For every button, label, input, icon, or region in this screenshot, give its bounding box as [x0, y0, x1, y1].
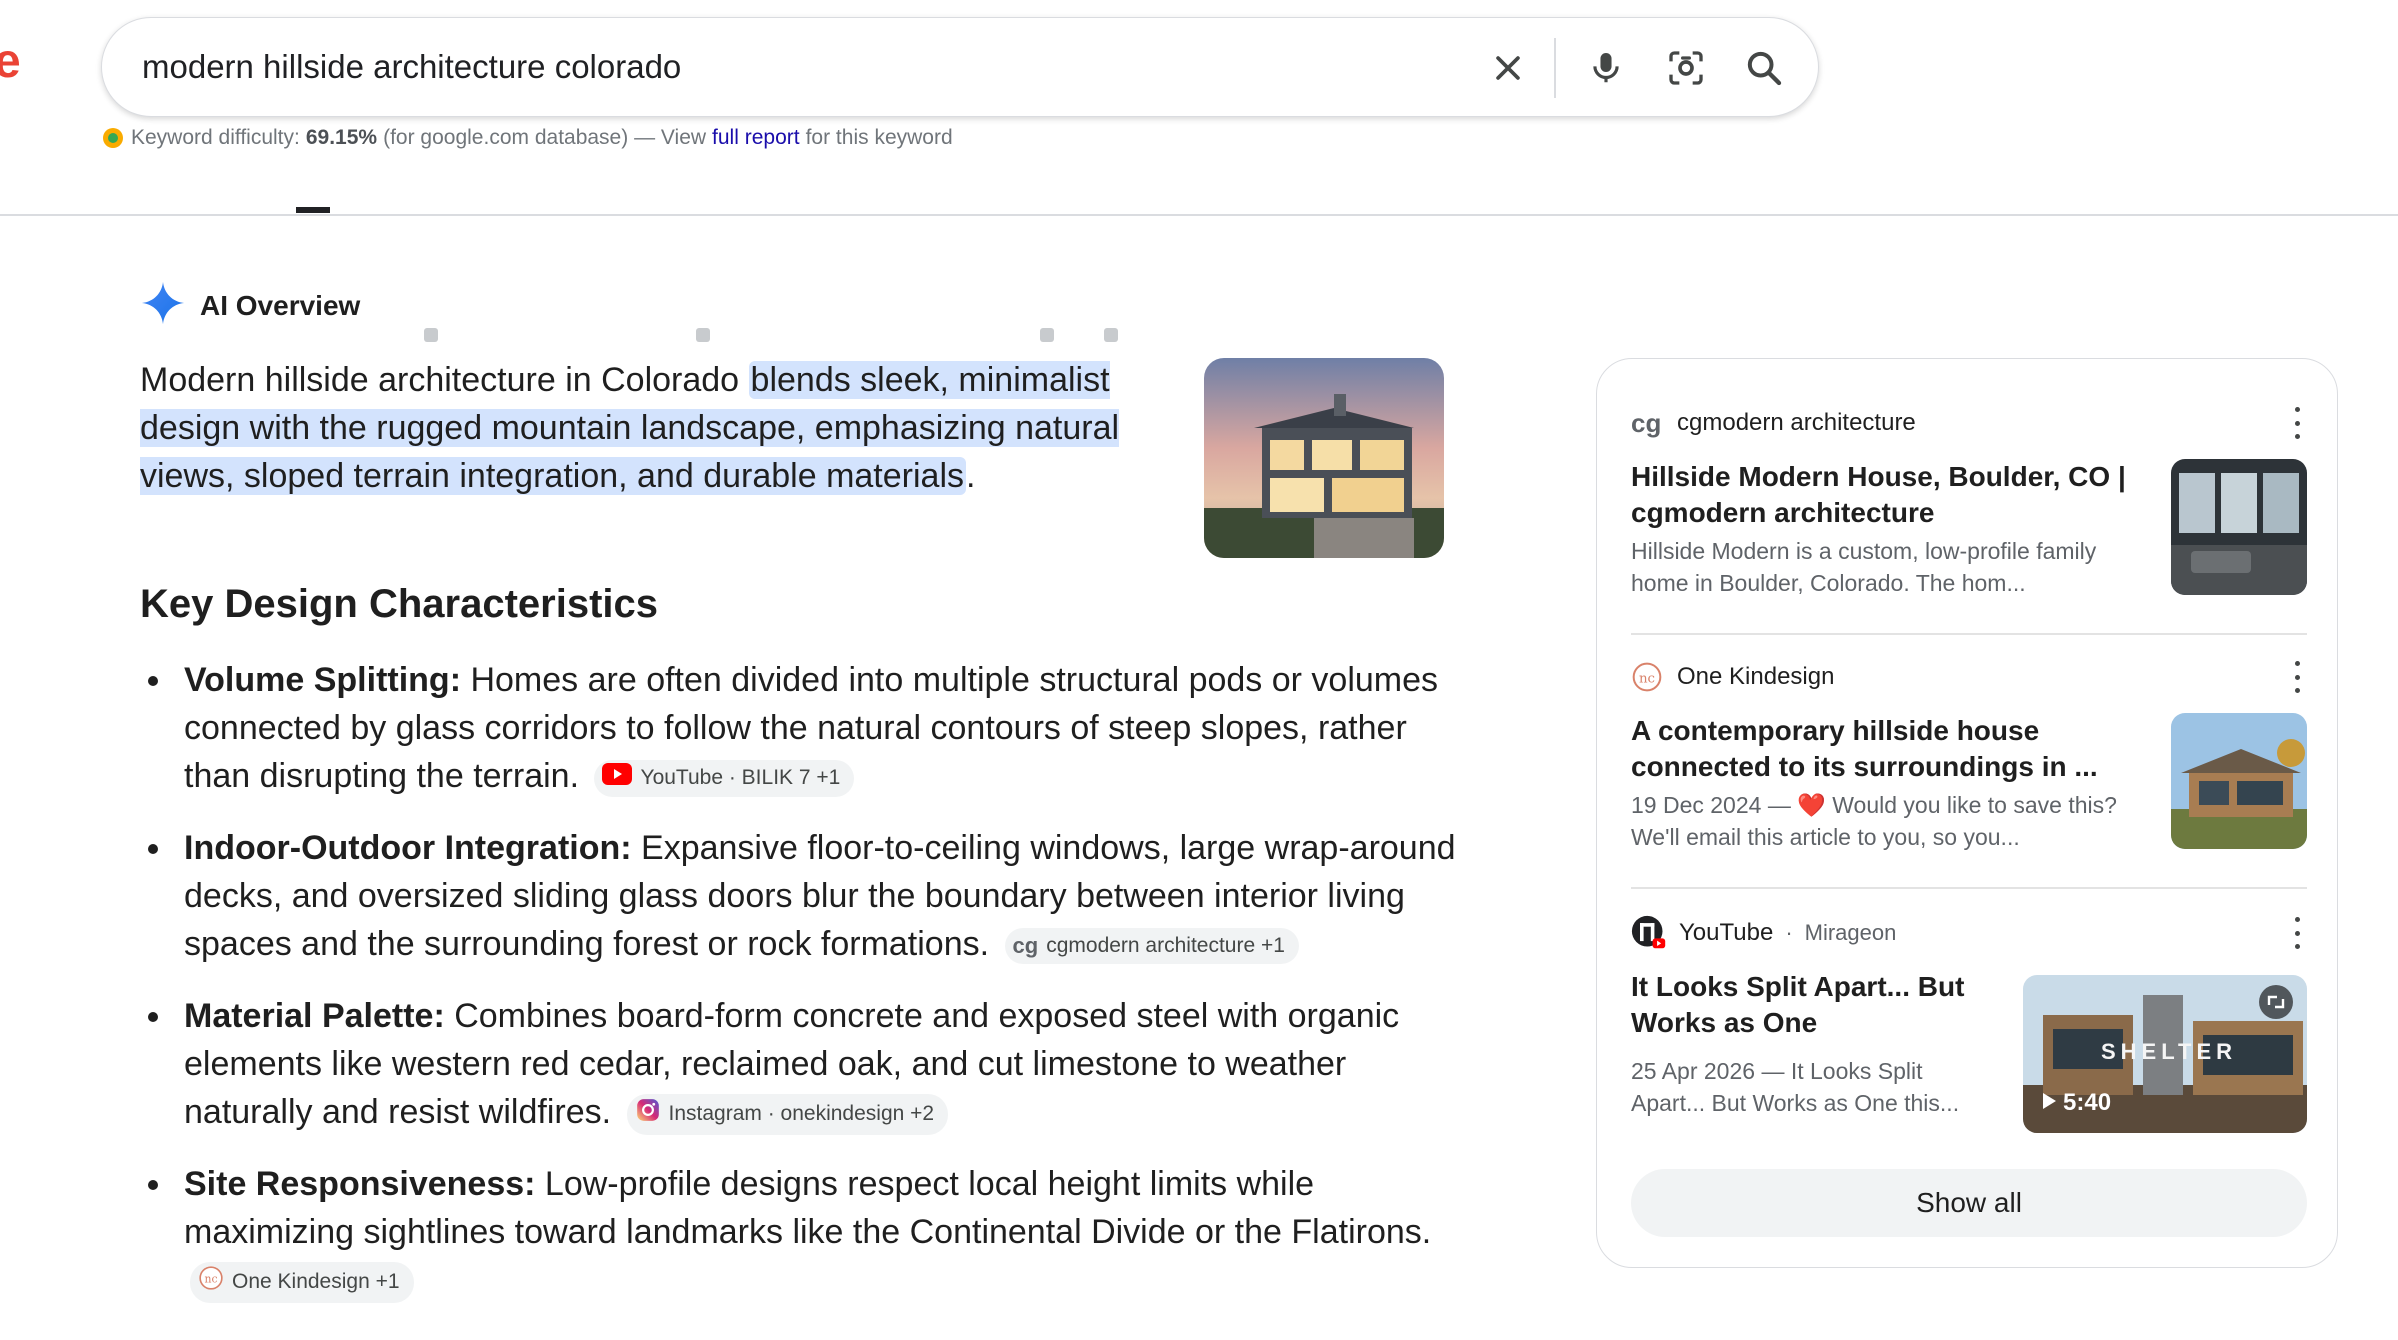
list-item: Site Responsiveness: Low-profile designs…: [140, 1160, 1460, 1304]
source-header: cg cgmodern architecture: [1631, 405, 2307, 441]
source-header: YouTube · Mirageon: [1631, 915, 2307, 951]
onekindesign-logo-icon: nc: [1631, 661, 1665, 693]
chip-label: YouTube · BILIK 7 +1: [640, 766, 841, 790]
citation-chip[interactable]: nc One Kindesign +1: [190, 1261, 414, 1303]
clear-icon[interactable]: [1482, 42, 1534, 94]
source-snippet: Hillside Modern is a custom, low-profile…: [1631, 538, 2097, 596]
lens-icon[interactable]: [1660, 42, 1712, 94]
tab-fragment[interactable]: [696, 328, 710, 342]
instagram-icon: [635, 1097, 661, 1132]
citation-chip[interactable]: cg cgmodern architecture +1: [1004, 928, 1299, 965]
youtube-icon: [602, 762, 633, 794]
summary-end: .: [966, 457, 976, 495]
source-site: YouTube: [1679, 919, 1774, 946]
tab-fragment[interactable]: [1104, 328, 1118, 342]
active-tab-indicator: [296, 207, 330, 213]
mirageon-channel-icon: [1631, 913, 1667, 953]
keyword-value: 69.15%: [305, 126, 378, 149]
bullet-term: Indoor-Outdoor Integration:: [184, 829, 632, 867]
list-item: Volume Splitting: Homes are often divide…: [140, 656, 1460, 800]
source-card-cgmodern[interactable]: cg cgmodern architecture Hillside Modern…: [1631, 405, 2307, 615]
ai-overview-header: AI Overview: [140, 280, 360, 331]
keyword-prefix: Keyword difficulty:: [131, 126, 300, 149]
tab-fragment[interactable]: [1040, 328, 1054, 342]
search-input[interactable]: [142, 42, 1442, 92]
video-duration-badge: 5:40: [2041, 1089, 2111, 1117]
full-report-link[interactable]: full report: [712, 126, 800, 150]
tabs-bar: [0, 160, 2398, 342]
microphone-icon[interactable]: [1580, 42, 1632, 94]
svg-text:nc: nc: [204, 1272, 217, 1285]
header-divider: [0, 214, 2398, 216]
video-thumbnail[interactable]: SHELTER 5:40: [2023, 975, 2307, 1133]
source-snippet: 25 Apr 2026 — It Looks Split Apart... Bu…: [1631, 1058, 1960, 1116]
tab-fragment[interactable]: [424, 328, 438, 342]
source-snippet: 19 Dec 2024 — ❤️ Would you like to save …: [1631, 792, 2117, 850]
keyword-suffix: for this keyword: [805, 126, 953, 149]
source-header: nc One Kindesign: [1631, 659, 2307, 695]
search-box: [101, 17, 1819, 117]
bullet-term: Volume Splitting:: [184, 661, 462, 699]
citation-chip[interactable]: Instagram · onekindesign +2: [626, 1093, 949, 1135]
gemini-sparkle-icon: [140, 280, 186, 331]
chip-label: Instagram · onekindesign +2: [668, 1102, 935, 1126]
source-site: One Kindesign: [1677, 663, 1835, 690]
search-icon[interactable]: [1738, 42, 1790, 94]
source-thumbnail[interactable]: [2171, 459, 2307, 595]
keyword-difficulty: Keyword difficulty: 69.15% (for google.c…: [101, 126, 953, 150]
source-thumbnail[interactable]: [2171, 713, 2307, 849]
source-divider: [1631, 633, 2307, 635]
search-divider: [1554, 38, 1556, 98]
show-all-button[interactable]: Show all: [1631, 1169, 2307, 1237]
source-title[interactable]: A contemporary hillside house connected …: [1631, 713, 2131, 785]
hero-house-image[interactable]: [1204, 358, 1444, 558]
characteristics-list: Volume Splitting: Homes are often divide…: [140, 656, 1460, 1328]
source-title[interactable]: It Looks Split Apart... But Works as One: [1631, 969, 1991, 1041]
cgmodern-logo-icon: cg: [1012, 933, 1039, 959]
svg-text:nc: nc: [1639, 671, 1655, 686]
google-logo-fragment[interactable]: e: [0, 34, 21, 89]
cgmodern-logo-icon: cg: [1631, 407, 1662, 438]
seo-badge-icon: [101, 126, 125, 150]
summary-plain: Modern hillside architecture in Colorado: [140, 361, 749, 399]
ai-summary: Modern hillside architecture in Colorado…: [140, 356, 1140, 500]
source-separator-dot: ·: [1785, 920, 1793, 945]
citation-chip[interactable]: YouTube · BILIK 7 +1: [594, 759, 855, 797]
keyword-database: (for google.com database) — View: [383, 126, 707, 149]
video-duration: 5:40: [2063, 1089, 2112, 1116]
video-overlay-text: SHELTER: [2101, 1039, 2238, 1064]
more-options-icon[interactable]: [2287, 661, 2307, 693]
bullet-term: Material Palette:: [184, 997, 445, 1035]
section-heading: Key Design Characteristics: [140, 582, 659, 626]
source-title[interactable]: Hillside Modern House, Boulder, CO | cgm…: [1631, 459, 2131, 531]
source-site: cgmodern architecture: [1677, 409, 1916, 436]
sources-panel: cg cgmodern architecture Hillside Modern…: [1596, 358, 2338, 1268]
chip-label: One Kindesign +1: [232, 1270, 400, 1294]
bullet-term: Site Responsiveness:: [184, 1165, 536, 1203]
chip-label: cgmodern architecture +1: [1046, 934, 1285, 958]
list-item: Indoor-Outdoor Integration: Expansive fl…: [140, 824, 1460, 968]
list-item: Material Palette: Combines board-form co…: [140, 992, 1460, 1136]
source-card-onekindesign[interactable]: nc One Kindesign A contemporary hillside…: [1631, 659, 2307, 869]
source-divider: [1631, 887, 2307, 889]
onekindesign-logo-icon: nc: [198, 1265, 224, 1300]
play-icon: [2041, 1089, 2057, 1117]
source-card-youtube[interactable]: YouTube · Mirageon It Looks Split Apart.…: [1631, 915, 2307, 1145]
more-options-icon[interactable]: [2287, 407, 2307, 439]
source-channel: Mirageon: [1804, 920, 1897, 945]
ai-overview-title: AI Overview: [200, 289, 361, 321]
more-options-icon[interactable]: [2287, 917, 2307, 949]
